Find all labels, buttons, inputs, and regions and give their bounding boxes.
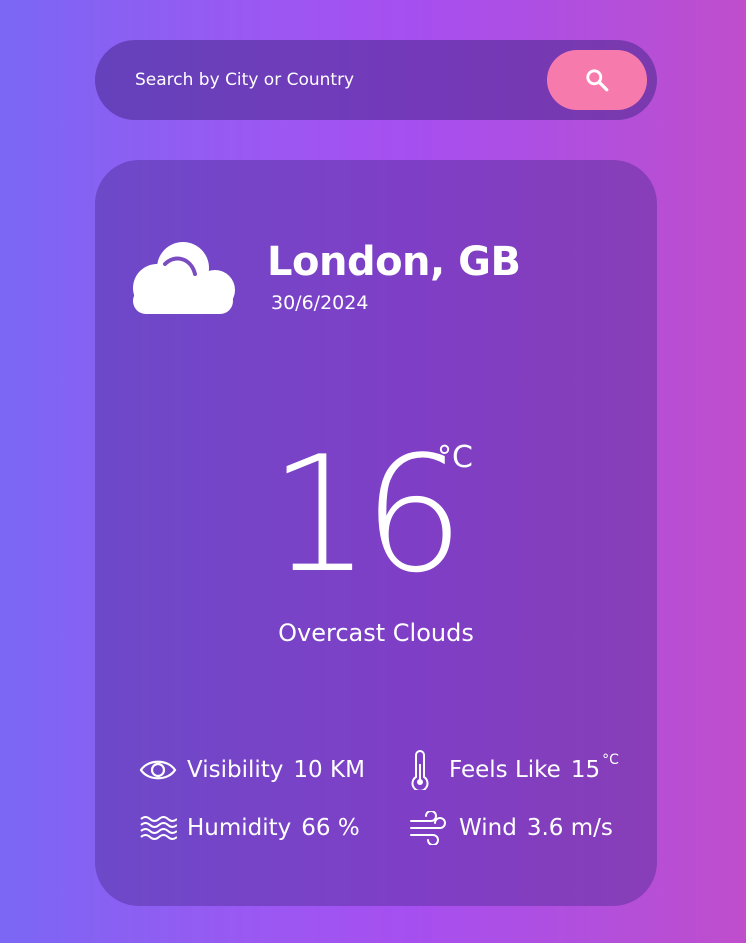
humidity-value: 66 % — [301, 815, 360, 841]
city-name: London, GB — [267, 239, 521, 285]
search-button[interactable] — [547, 50, 647, 110]
visibility-value: 10 KM — [293, 757, 365, 783]
waves-icon — [139, 814, 177, 842]
weather-card: London, GB 30/6/2024 16 °C Overcast Clou… — [95, 160, 657, 906]
feels-like-value: 15 — [570, 757, 601, 783]
humidity-label: Humidity — [187, 815, 292, 841]
feels-like-unit: °C — [602, 752, 619, 768]
temperature-unit: °C — [437, 440, 473, 475]
cloud-icon — [133, 242, 235, 314]
stat-visibility: Visibility 10 KM — [139, 750, 365, 790]
stat-humidity: Humidity 66 % — [139, 808, 360, 848]
stat-wind: Wind 3.6 m/s — [409, 808, 613, 848]
eye-icon — [139, 757, 177, 783]
wind-label: Wind — [459, 815, 517, 841]
weather-description: Overcast Clouds — [278, 619, 474, 647]
stat-feels-like: Feels Like 15 °C — [409, 750, 619, 790]
visibility-label: Visibility — [187, 757, 284, 783]
wind-icon — [409, 811, 449, 845]
wind-value: 3.6 m/s — [526, 815, 613, 841]
temperature: 16 — [269, 421, 465, 608]
search-input[interactable] — [135, 62, 515, 98]
date: 30/6/2024 — [271, 292, 369, 314]
feels-like-label: Feels Like — [449, 757, 561, 783]
search-bar — [95, 40, 657, 120]
search-icon — [586, 69, 609, 92]
thermometer-icon — [409, 750, 431, 790]
